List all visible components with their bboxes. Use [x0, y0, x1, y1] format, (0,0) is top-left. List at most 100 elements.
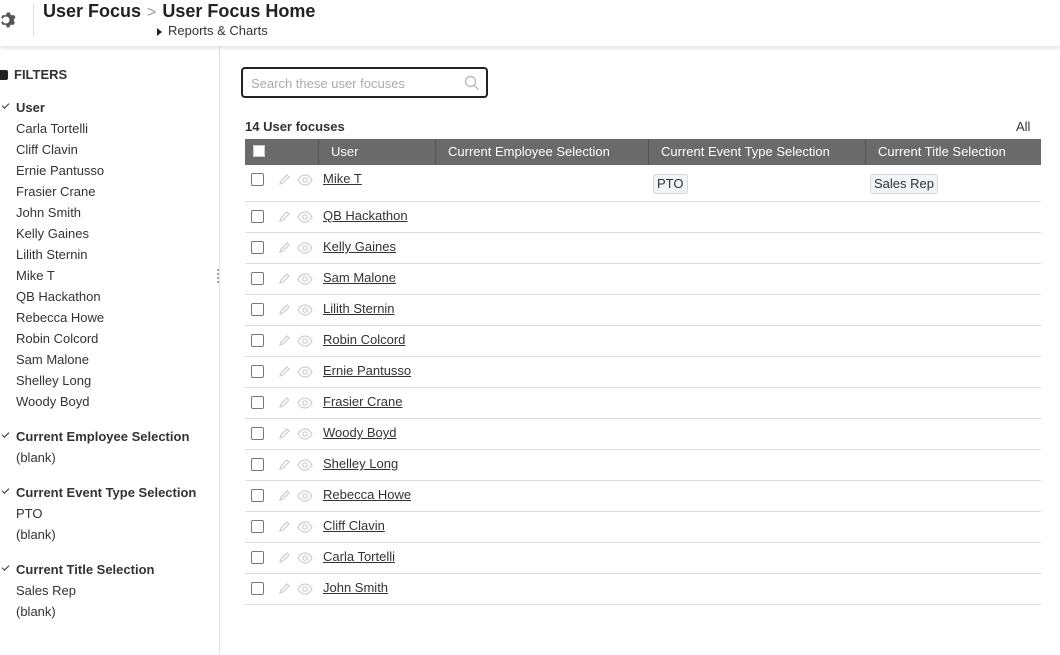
user-link[interactable]: QB Hackathon	[323, 208, 408, 223]
user-link[interactable]: Rebecca Howe	[323, 487, 411, 502]
all-link[interactable]: All	[1016, 119, 1030, 134]
user-link[interactable]: Sam Malone	[323, 270, 396, 285]
user-link[interactable]: John Smith	[323, 580, 388, 595]
filter-option[interactable]: QB Hackathon	[16, 286, 104, 307]
eye-icon[interactable]	[297, 459, 313, 471]
pencil-icon[interactable]	[278, 396, 291, 409]
user-link[interactable]: Robin Colcord	[323, 332, 405, 347]
header-select-cell	[245, 139, 318, 165]
eye-icon[interactable]	[297, 397, 313, 409]
header-divider	[33, 4, 34, 36]
row-checkbox[interactable]	[251, 173, 264, 186]
filter-option[interactable]: John Smith	[16, 202, 104, 223]
user-link[interactable]: Cliff Clavin	[323, 518, 385, 533]
filter-option[interactable]: Sales Rep	[16, 580, 154, 601]
filter-option[interactable]: Sam Malone	[16, 349, 104, 370]
row-checkbox[interactable]	[251, 427, 264, 440]
column-header-employee[interactable]: Current Employee Selection	[435, 139, 648, 165]
eye-icon[interactable]	[297, 428, 313, 440]
user-link[interactable]: Woody Boyd	[323, 425, 396, 440]
filter-option[interactable]: Cliff Clavin	[16, 139, 104, 160]
eye-icon[interactable]	[297, 335, 313, 347]
filter-group-title[interactable]: User	[16, 97, 104, 118]
column-header-user[interactable]: User	[318, 139, 435, 165]
row-checkbox[interactable]	[251, 520, 264, 533]
pencil-icon[interactable]	[278, 458, 291, 471]
row-checkbox[interactable]	[251, 458, 264, 471]
filter-option[interactable]: Robin Colcord	[16, 328, 104, 349]
pencil-icon[interactable]	[278, 489, 291, 502]
filters-toggle[interactable]: FILTERS	[0, 67, 67, 82]
pencil-icon[interactable]	[278, 520, 291, 533]
eye-icon[interactable]	[297, 211, 313, 223]
filter-group-title[interactable]: Current Title Selection	[16, 559, 154, 580]
search-box	[241, 67, 488, 98]
reports-charts-toggle[interactable]: Reports & Charts	[157, 23, 268, 38]
filter-option[interactable]: Mike T	[16, 265, 104, 286]
filter-option[interactable]: PTO	[16, 503, 196, 524]
pencil-icon[interactable]	[278, 303, 291, 316]
row-checkbox[interactable]	[251, 272, 264, 285]
row-checkbox[interactable]	[251, 551, 264, 564]
row-checkbox[interactable]	[251, 365, 264, 378]
column-header-title[interactable]: Current Title Selection	[865, 139, 1041, 165]
row-checkbox[interactable]	[251, 489, 264, 502]
filter-option[interactable]: (blank)	[16, 601, 154, 622]
pencil-icon[interactable]	[278, 582, 291, 595]
user-link[interactable]: Carla Tortelli	[323, 549, 395, 564]
filter-group: Current Employee Selection (blank)	[16, 426, 189, 468]
filter-option[interactable]: Rebecca Howe	[16, 307, 104, 328]
eye-icon[interactable]	[297, 366, 313, 378]
eye-icon[interactable]	[297, 242, 313, 254]
filter-option[interactable]: Frasier Crane	[16, 181, 104, 202]
filter-option[interactable]: (blank)	[16, 447, 189, 468]
filter-group-title[interactable]: Current Employee Selection	[16, 426, 189, 447]
user-link[interactable]: Lilith Sternin	[323, 301, 395, 316]
filter-option[interactable]: (blank)	[16, 524, 196, 545]
column-header-event-type[interactable]: Current Event Type Selection	[648, 139, 865, 165]
table-row: Robin Colcord	[245, 326, 1041, 357]
eye-icon[interactable]	[297, 273, 313, 285]
row-checkbox[interactable]	[251, 210, 264, 223]
pencil-icon[interactable]	[278, 241, 291, 254]
filter-option[interactable]: Woody Boyd	[16, 391, 104, 412]
sidebar-resize-handle[interactable]	[217, 267, 220, 287]
user-link[interactable]: Mike T	[323, 171, 362, 186]
filter-option[interactable]: Ernie Pantusso	[16, 160, 104, 181]
filter-option[interactable]: Kelly Gaines	[16, 223, 104, 244]
user-link[interactable]: Shelley Long	[323, 456, 398, 471]
pencil-icon[interactable]	[278, 210, 291, 223]
filter-group-title[interactable]: Current Event Type Selection	[16, 482, 196, 503]
eye-icon[interactable]	[297, 552, 313, 564]
filter-option[interactable]: Lilith Sternin	[16, 244, 104, 265]
user-link[interactable]: Kelly Gaines	[323, 239, 396, 254]
filter-option[interactable]: Carla Tortelli	[16, 118, 104, 139]
results-count: 14 User focuses	[245, 119, 345, 134]
pencil-icon[interactable]	[278, 334, 291, 347]
gear-icon[interactable]	[0, 10, 16, 30]
search-icon[interactable]	[464, 75, 480, 91]
pencil-icon[interactable]	[278, 173, 291, 186]
row-checkbox[interactable]	[251, 303, 264, 316]
row-checkbox[interactable]	[251, 582, 264, 595]
eye-icon[interactable]	[297, 490, 313, 502]
row-checkbox[interactable]	[251, 241, 264, 254]
eye-icon[interactable]	[297, 521, 313, 533]
user-link[interactable]: Frasier Crane	[323, 394, 402, 409]
pencil-icon[interactable]	[278, 365, 291, 378]
filter-option[interactable]: Shelley Long	[16, 370, 104, 391]
pencil-icon[interactable]	[278, 427, 291, 440]
select-all-checkbox[interactable]	[253, 145, 265, 157]
eye-icon[interactable]	[297, 174, 313, 186]
user-link[interactable]: Ernie Pantusso	[323, 363, 411, 378]
breadcrumb-root[interactable]: User Focus	[43, 1, 141, 21]
row-checkbox[interactable]	[251, 396, 264, 409]
filters-sidebar: FILTERS User Carla Tortelli Cliff Clavin Er…	[0, 46, 220, 655]
row-checkbox[interactable]	[251, 334, 264, 347]
pencil-icon[interactable]	[278, 551, 291, 564]
eye-icon[interactable]	[297, 304, 313, 316]
pencil-icon[interactable]	[278, 272, 291, 285]
search-input[interactable]	[251, 74, 451, 92]
reports-charts-label: Reports & Charts	[168, 23, 268, 38]
eye-icon[interactable]	[297, 583, 313, 595]
